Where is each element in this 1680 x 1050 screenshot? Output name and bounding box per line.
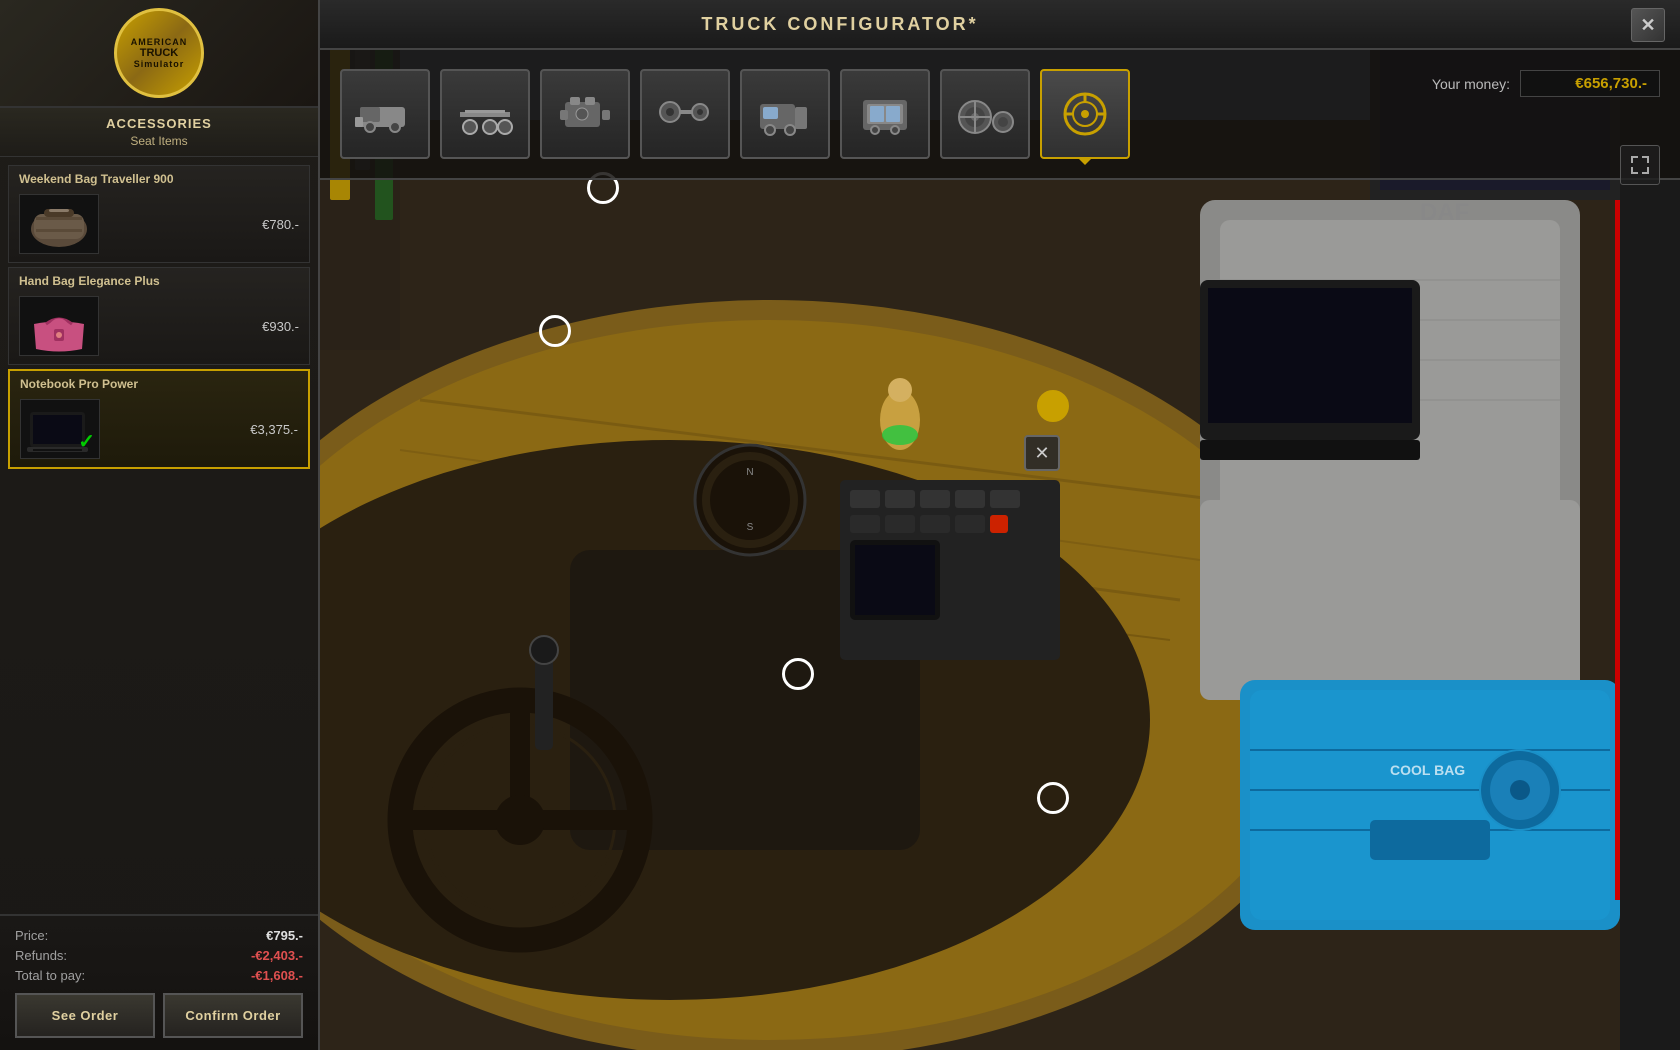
category-tabs-bar: Your money: €656,730.- xyxy=(320,50,1680,180)
money-value: €656,730.- xyxy=(1520,70,1660,97)
tab-accessories-icon xyxy=(1055,87,1115,142)
brand-logo: AMERICAN TRUCK Simulator xyxy=(114,8,204,98)
tab-cabin-ext[interactable] xyxy=(740,69,830,159)
tab-transmission-icon xyxy=(655,87,715,142)
refunds-row: Refunds: -€2,403.- xyxy=(15,948,303,963)
refunds-label: Refunds: xyxy=(15,948,67,963)
item-weekend-bag-content: €780.- xyxy=(9,190,309,262)
money-label: Your money: xyxy=(1432,76,1510,92)
item-notebook-content: ✓ €3,375.- xyxy=(10,395,308,467)
logo-line2: TRUCK xyxy=(140,47,179,59)
logo-line3: Simulator xyxy=(134,59,185,69)
item-weekend-bag[interactable]: Weekend Bag Traveller 900 €780.- xyxy=(8,165,310,263)
left-panel: AMERICAN TRUCK Simulator ACCESSORIES Sea… xyxy=(0,0,320,1050)
configurator-window: TRUCK CONFIGURATOR* ✕ xyxy=(0,0,1680,1050)
tab-body[interactable] xyxy=(340,69,430,159)
selected-check-icon: ✓ xyxy=(78,429,95,454)
price-value: €795.- xyxy=(266,928,303,943)
accessories-header: ACCESSORIES Seat Items xyxy=(0,108,318,157)
item-weekend-bag-image xyxy=(19,194,99,254)
tab-wheels[interactable] xyxy=(940,69,1030,159)
expand-button[interactable] xyxy=(1620,145,1660,185)
order-summary: Price: €795.- Refunds: -€2,403.- Total t… xyxy=(0,914,318,1050)
total-value: -€1,608.- xyxy=(251,968,303,983)
total-label: Total to pay: xyxy=(15,968,85,983)
item-hand-bag-content: €930.- xyxy=(9,292,309,364)
tab-chassis-icon xyxy=(455,87,515,142)
brand-logo-area: AMERICAN TRUCK Simulator xyxy=(0,0,318,108)
item-hand-bag-price: €930.- xyxy=(262,319,299,334)
tab-wheels-icon xyxy=(955,87,1015,142)
tab-cabin-ext-icon xyxy=(755,87,815,142)
expand-icon xyxy=(1630,155,1650,175)
see-order-button[interactable]: See Order xyxy=(15,993,155,1038)
logo-line1: AMERICAN xyxy=(131,37,188,47)
tab-engine-icon xyxy=(555,87,615,142)
section-subtitle: Seat Items xyxy=(15,134,303,148)
action-buttons: See Order Confirm Order xyxy=(15,993,303,1038)
item-weekend-bag-price: €780.- xyxy=(262,217,299,232)
tab-engine[interactable] xyxy=(540,69,630,159)
tab-accessories[interactable] xyxy=(1040,69,1130,159)
item-weekend-bag-name: Weekend Bag Traveller 900 xyxy=(9,166,309,190)
weekend-bag-icon xyxy=(24,199,94,249)
item-notebook-price: €3,375.- xyxy=(250,422,298,437)
tab-cabin-rear-icon xyxy=(855,87,915,142)
window-title: TRUCK CONFIGURATOR* xyxy=(701,14,978,35)
close-button[interactable]: ✕ xyxy=(1631,8,1665,42)
accessories-title: ACCESSORIES xyxy=(15,116,303,131)
refunds-value: -€2,403.- xyxy=(251,948,303,963)
tab-cabin-rear[interactable] xyxy=(840,69,930,159)
item-hand-bag[interactable]: Hand Bag Elegance Plus €930.- xyxy=(8,267,310,365)
tab-transmission[interactable] xyxy=(640,69,730,159)
item-hand-bag-name: Hand Bag Elegance Plus xyxy=(9,268,309,292)
confirm-order-button[interactable]: Confirm Order xyxy=(163,993,303,1038)
item-notebook-name: Notebook Pro Power xyxy=(10,371,308,395)
tab-body-icon xyxy=(355,87,415,142)
items-list: Weekend Bag Traveller 900 €780.- xyxy=(0,157,318,914)
price-row: Price: €795.- xyxy=(15,928,303,943)
total-row: Total to pay: -€1,608.- xyxy=(15,968,303,983)
item-notebook[interactable]: Notebook Pro Power ✓ €3,375.- xyxy=(8,369,310,469)
money-display: Your money: €656,730.- xyxy=(1432,70,1660,97)
hand-bag-icon xyxy=(24,299,94,354)
tab-chassis[interactable] xyxy=(440,69,530,159)
price-label: Price: xyxy=(15,928,48,943)
item-hand-bag-image xyxy=(19,296,99,356)
item-notebook-image: ✓ xyxy=(20,399,100,459)
